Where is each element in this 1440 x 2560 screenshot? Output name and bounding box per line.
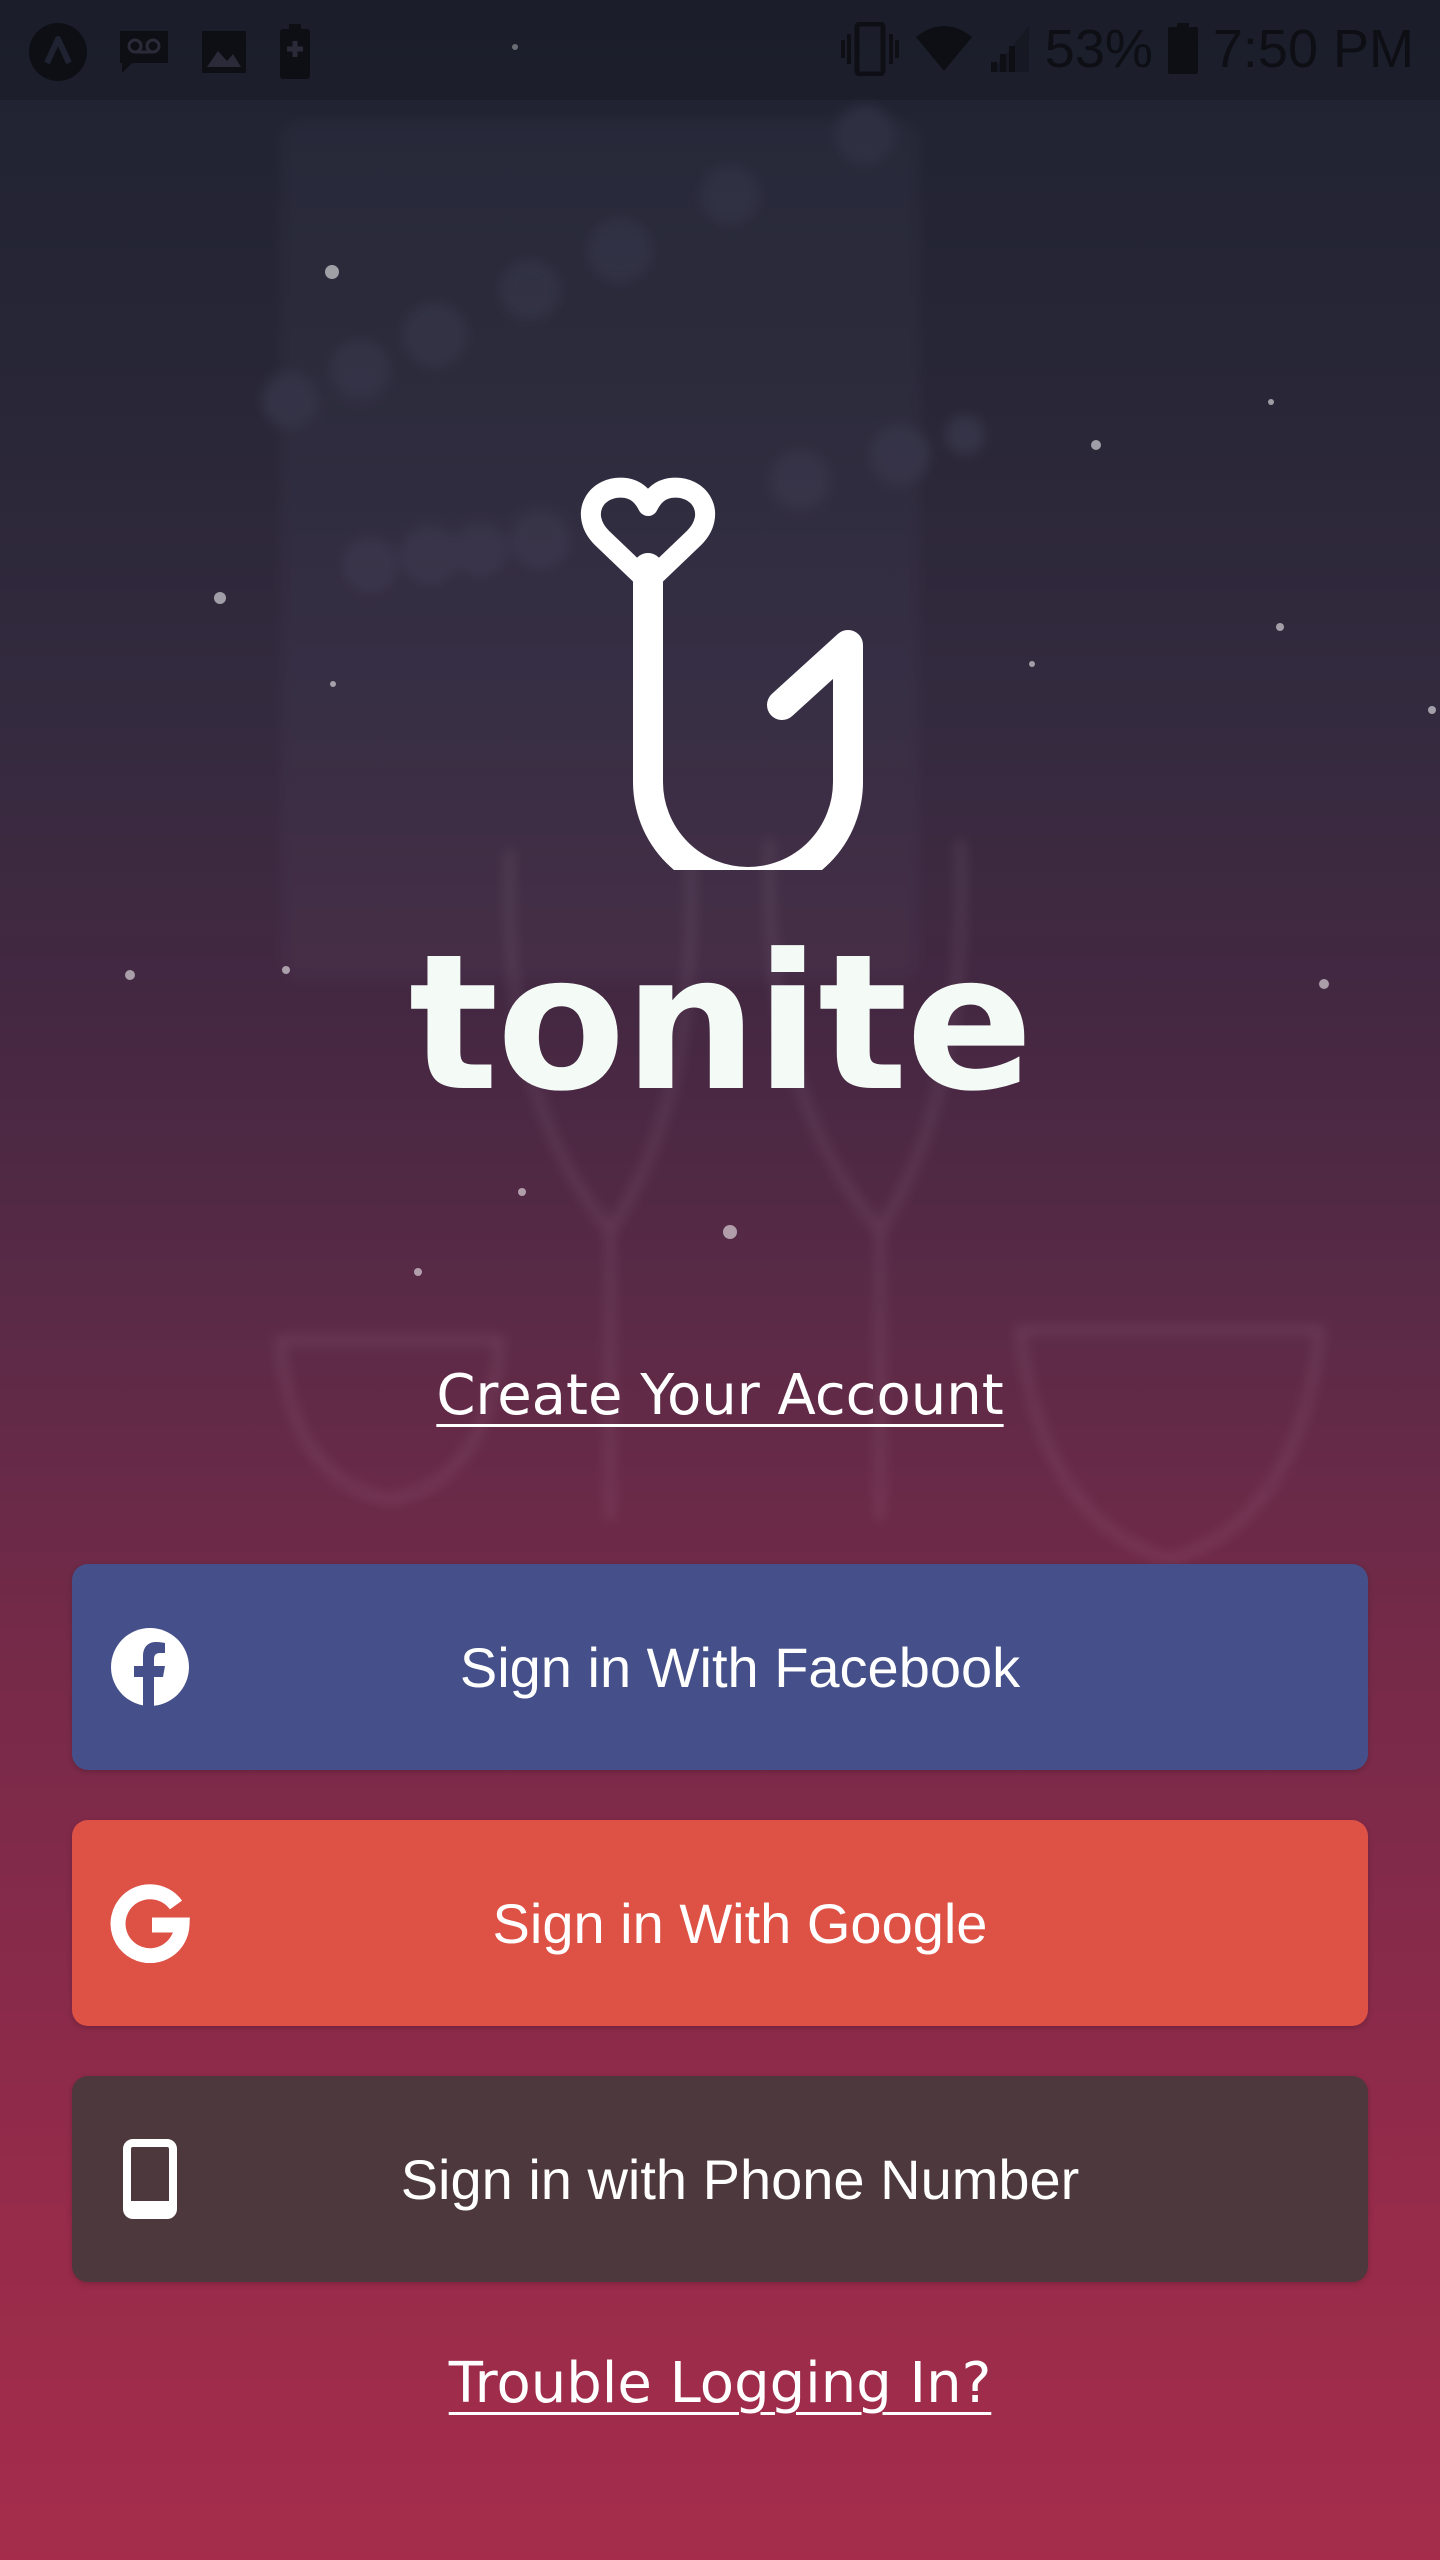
heart-hook-logo xyxy=(580,477,863,870)
image-icon xyxy=(200,29,248,75)
brand-wordmark: tonite xyxy=(408,914,1034,1133)
battery-icon xyxy=(1167,23,1199,75)
phone-icon xyxy=(110,2139,190,2219)
signal-icon xyxy=(987,24,1031,74)
facebook-button-label: Sign in With Facebook xyxy=(459,1635,1021,1699)
facebook-signin-button[interactable]: Sign in With Facebook xyxy=(72,1564,1368,1770)
google-signin-button[interactable]: Sign in With Google xyxy=(72,1820,1368,2026)
clock: 7:50 PM xyxy=(1212,19,1414,79)
status-bar-notifications xyxy=(28,22,312,82)
vibrate-icon xyxy=(839,22,901,76)
phone-button-label: Sign in with Phone Number xyxy=(400,2147,1080,2211)
create-account-link[interactable]: Create Your Account xyxy=(0,1368,1440,1424)
google-icon xyxy=(110,1883,190,1963)
phone-signin-button[interactable]: Sign in with Phone Number xyxy=(72,2076,1368,2282)
battery-percent: 53% xyxy=(1044,19,1153,79)
login-screen: 53% 7:50 PM tonite Create Your Account S… xyxy=(0,0,1440,2560)
wifi-icon xyxy=(915,25,973,73)
trouble-logging-in-link[interactable]: Trouble Logging In? xyxy=(0,2356,1440,2412)
app-launcher-icon xyxy=(28,22,88,82)
google-button-label: Sign in With Google xyxy=(492,1891,988,1955)
status-bar: 53% 7:50 PM xyxy=(0,0,1440,100)
status-bar-system: 53% 7:50 PM xyxy=(839,18,1414,80)
facebook-icon xyxy=(110,1627,190,1707)
battery-saver-icon xyxy=(278,24,312,80)
voicemail-icon xyxy=(118,29,170,75)
